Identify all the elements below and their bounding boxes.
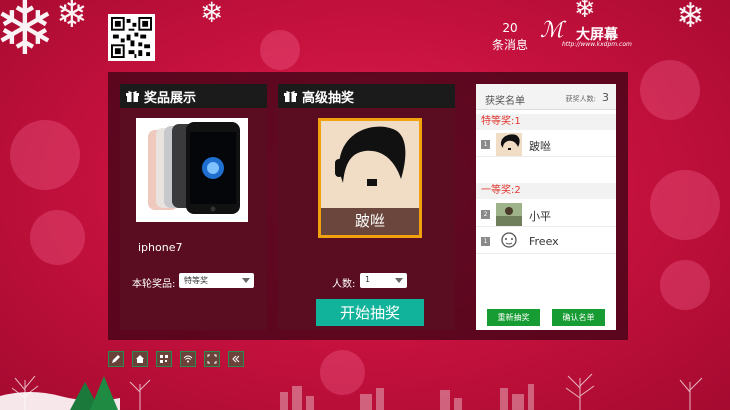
message-label: 条消息 [491,38,528,52]
start-draw-button[interactable]: 开始抽奖 [316,299,424,326]
prize-image [136,118,248,222]
tier-header-grand: 特等奖:1 [476,114,616,130]
phone-image [148,122,240,214]
winner-avatar [496,203,522,226]
winner-rank: 2 [481,210,490,219]
home-icon[interactable] [132,351,148,367]
message-counter[interactable]: 20 条消息 [488,20,532,54]
qr-code [108,14,155,61]
snowflake-decoration: ❄ [0,0,57,72]
winter-scenery [0,373,703,410]
draw-panel-header: 高级抽奖 [278,84,455,108]
background-bokeh [260,30,300,70]
prize-panel-header: 奖品展示 [120,84,267,108]
prize-name: iphone7 [138,241,183,254]
winner-name: 小平 [529,210,551,223]
background-bokeh [320,350,365,395]
brand-logo: ℳ 大屏幕 http://www.kxdpm.com [540,18,640,50]
winners-count-label: 获奖人数: [565,95,596,103]
winner-row[interactable]: 1 跛咝 [476,132,616,157]
winner-name: Freex [529,235,559,248]
round-prize-value: 特等奖 [184,276,208,285]
gift-icon [284,91,297,102]
background-bokeh [10,120,80,190]
redraw-button[interactable]: 重新抽奖 [487,309,540,326]
winner-name: 跛咝 [529,140,551,153]
draw-panel-title: 高级抽奖 [302,90,355,106]
winners-panel-header: 获奖名单 获奖人数: 3 [476,84,616,110]
winners-panel: 获奖名单 获奖人数: 3 特等奖:1 1 跛咝 一等奖:2 2 小平 1 Fre… [476,84,616,330]
winner-avatar [496,133,522,156]
count-value: 1 [365,275,371,284]
background-bokeh [650,170,720,240]
round-prize-select[interactable]: 特等奖 [179,273,254,288]
message-count: 20 [502,21,518,35]
fullscreen-icon[interactable] [204,351,220,367]
lottery-frame: 奖品展示 iphone7 本轮奖品: 特等奖 高级抽奖 跛咝 人数: 1 开始抽… [108,72,628,340]
collapse-icon[interactable] [228,351,244,367]
count-select[interactable]: 1 [360,273,407,288]
logo-url: http://www.kxdpm.com [562,41,632,48]
count-label: 人数: [332,279,356,290]
edit-icon[interactable] [108,351,124,367]
chevron-down-icon [242,278,250,283]
winners-count: 3 [602,91,609,104]
round-prize-label: 本轮奖品: [132,279,176,290]
qr-code-image [111,17,152,58]
bottom-toolbar [108,351,244,367]
background-bokeh [30,210,85,265]
wifi-icon[interactable] [180,351,196,367]
snowflake-decoration: ❄ [676,0,705,36]
winner-row[interactable]: 1 Freex [476,229,616,254]
tier-header-first: 一等奖:2 [476,183,616,199]
confirm-list-button[interactable]: 确认名单 [552,309,605,326]
winners-panel-title: 获奖名单 [485,96,525,107]
draw-panel: 高级抽奖 跛咝 人数: 1 开始抽奖 [278,84,455,330]
winner-rank: 1 [481,140,490,149]
prize-panel-title: 奖品展示 [144,90,197,106]
candidate-name: 跛咝 [321,208,419,235]
winner-row[interactable]: 2 小平 [476,202,616,227]
snowflake-decoration: ❄ [56,0,88,36]
snowflake-decoration: ❄ [200,0,224,29]
gift-icon [126,91,139,102]
chevron-down-icon [395,278,403,283]
candidate-avatar-frame: 跛咝 [318,118,422,238]
qrcode-icon[interactable] [156,351,172,367]
logo-mark: ℳ [540,18,564,43]
prize-panel: 奖品展示 iphone7 本轮奖品: 特等奖 [120,84,267,330]
winner-rank: 1 [481,237,490,246]
winner-avatar [496,230,522,253]
background-bokeh [640,60,700,120]
background-bokeh [660,260,710,310]
